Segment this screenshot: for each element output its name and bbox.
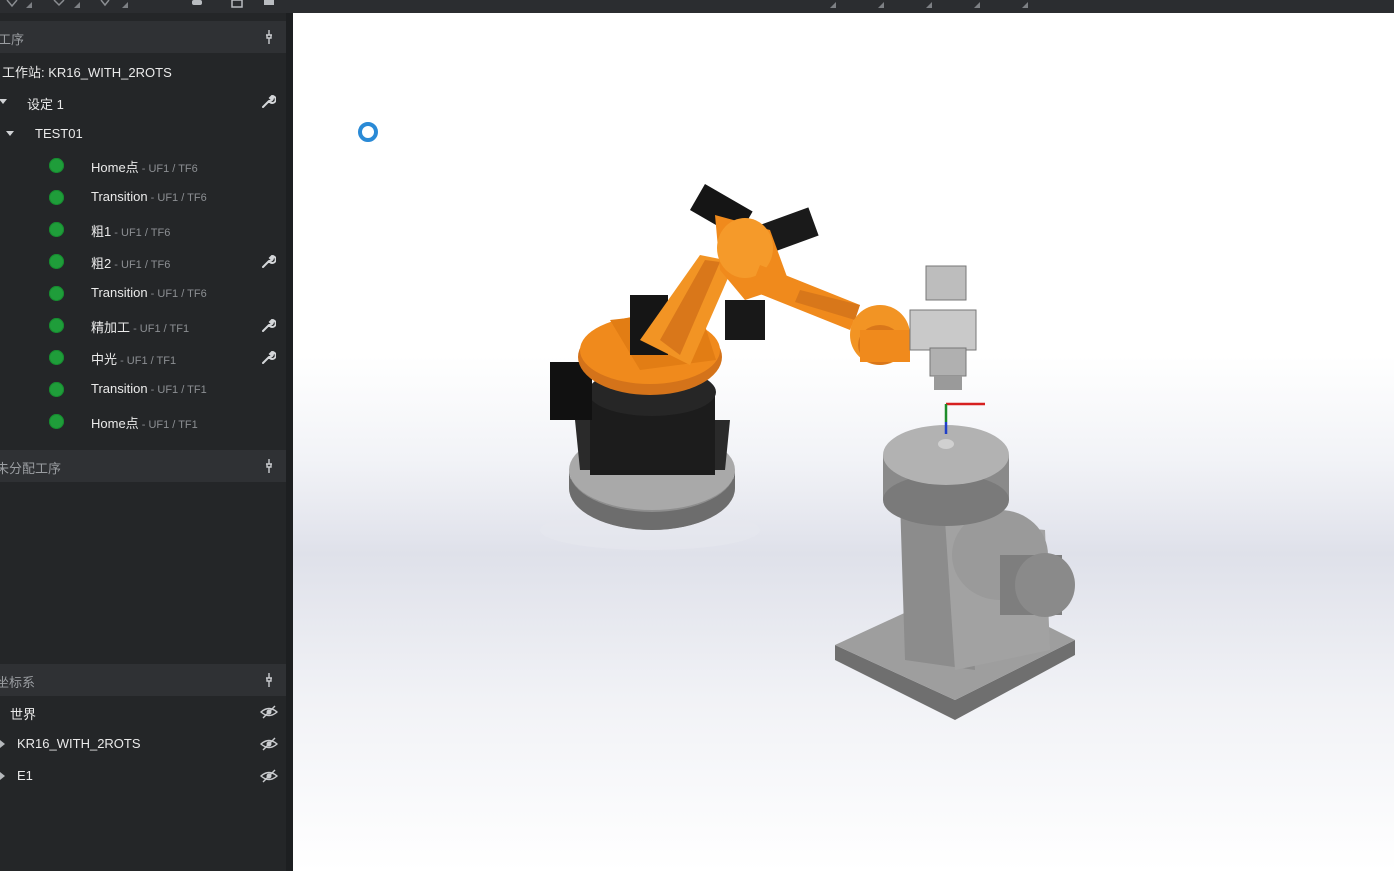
- status-ok-icon: [49, 222, 64, 237]
- operation-row[interactable]: Transition - UF1 / TF6: [0, 181, 286, 213]
- operation-frames: - UF1 / TF1: [130, 323, 190, 335]
- operation-name: 粗1: [91, 224, 112, 239]
- wrench-icon[interactable]: [260, 317, 276, 333]
- pin-icon[interactable]: [264, 672, 274, 688]
- operation-label: 中光 - UF1 / TF1: [91, 349, 176, 368]
- dropdown-arrow-icon[interactable]: [826, 0, 840, 9]
- station-label: 工作站: KR16_WITH_2ROTS: [2, 65, 172, 80]
- operation-row[interactable]: 粗2 - UF1 / TF6: [0, 245, 286, 277]
- light-icon[interactable]: [98, 0, 112, 9]
- export-icon[interactable]: [262, 0, 276, 9]
- operation-name: 精加工: [91, 320, 131, 335]
- view-icon[interactable]: [5, 0, 19, 9]
- frame-label: E1: [17, 768, 33, 783]
- operation-name: Transition: [91, 189, 148, 204]
- settings-icon[interactable]: [190, 0, 204, 9]
- wrench-icon[interactable]: [260, 349, 276, 365]
- operation-name: Home点: [91, 416, 139, 431]
- frame-row[interactable]: 世界: [0, 696, 286, 728]
- operations-panel: 工序 工作站: KR16_WITH_2ROTS 设定 1 TEST01 Home…: [0, 13, 286, 871]
- dropdown-arrow-icon[interactable]: [70, 0, 84, 9]
- status-ok-icon: [49, 286, 64, 301]
- operation-frames: - UF1 / TF6: [147, 288, 207, 300]
- operation-label: 粗1 - UF1 / TF6: [91, 221, 170, 240]
- setup-row[interactable]: 设定 1: [0, 85, 286, 117]
- operation-frames: - UF1 / TF6: [111, 259, 171, 271]
- unassigned-section-title: 未分配工序: [0, 461, 62, 476]
- operation-frames: - UF1 / TF1: [138, 419, 198, 431]
- program-row[interactable]: TEST01: [0, 117, 286, 149]
- operation-name: Home点: [91, 160, 139, 175]
- operation-label: Transition - UF1 / TF1: [91, 381, 207, 396]
- operation-frames: - UF1 / TF1: [117, 355, 177, 367]
- operation-name: 粗2: [91, 256, 112, 271]
- pin-icon[interactable]: [264, 458, 274, 474]
- status-ok-icon: [49, 350, 64, 365]
- status-ok-icon: [49, 158, 64, 173]
- frame-row[interactable]: KR16_WITH_2ROTS: [0, 728, 286, 760]
- status-ok-icon: [49, 190, 64, 205]
- operation-row[interactable]: Transition - UF1 / TF6: [0, 277, 286, 309]
- operations-section-title: 工序: [0, 32, 25, 47]
- top-toolbar: [0, 0, 1394, 13]
- operation-frames: - UF1 / TF1: [147, 384, 207, 396]
- wrench-icon[interactable]: [260, 93, 276, 109]
- status-ok-icon: [49, 318, 64, 333]
- operations-section-header[interactable]: 工序: [0, 21, 286, 53]
- operation-row[interactable]: Home点 - UF1 / TF1: [0, 405, 286, 437]
- frame-label: 世界: [10, 707, 37, 722]
- frame-label: KR16_WITH_2ROTS: [17, 736, 141, 751]
- status-ok-icon: [49, 382, 64, 397]
- operation-row[interactable]: 中光 - UF1 / TF1: [0, 341, 286, 373]
- dropdown-arrow-icon[interactable]: [118, 0, 132, 9]
- operation-name: 中光: [91, 352, 118, 367]
- operation-name: Transition: [91, 381, 148, 396]
- visibility-toggle-icon[interactable]: [260, 769, 278, 783]
- operation-label: 粗2 - UF1 / TF6: [91, 253, 170, 272]
- expand-caret-icon[interactable]: [0, 771, 7, 781]
- operation-frames: - UF1 / TF6: [111, 227, 171, 239]
- pin-icon[interactable]: [264, 29, 274, 45]
- frame-row[interactable]: E1: [0, 760, 286, 792]
- operation-label: Transition - UF1 / TF6: [91, 189, 207, 204]
- setup-label: 设定 1: [27, 97, 64, 112]
- operation-label: Home点 - UF1 / TF1: [91, 413, 198, 432]
- operation-label: Home点 - UF1 / TF6: [91, 157, 198, 176]
- wrench-icon[interactable]: [260, 253, 276, 269]
- panel-splitter[interactable]: [286, 13, 293, 871]
- expand-caret-icon[interactable]: [0, 739, 7, 749]
- operation-label: 精加工 - UF1 / TF1: [91, 317, 189, 336]
- expand-caret-icon[interactable]: [5, 128, 15, 138]
- robot-cell-scene: [540, 184, 1075, 720]
- operation-row[interactable]: Transition - UF1 / TF1: [0, 373, 286, 405]
- cursor-indicator: [358, 122, 378, 142]
- view-icon[interactable]: [52, 0, 66, 9]
- operation-frames: - UF1 / TF6: [147, 192, 207, 204]
- status-ok-icon: [49, 414, 64, 429]
- operation-row[interactable]: 粗1 - UF1 / TF6: [0, 213, 286, 245]
- operation-frames: - UF1 / TF6: [138, 163, 198, 175]
- operation-row[interactable]: Home点 - UF1 / TF6: [0, 149, 286, 181]
- program-label: TEST01: [35, 126, 83, 141]
- unassigned-section-header[interactable]: 未分配工序: [0, 450, 286, 482]
- dropdown-arrow-icon[interactable]: [922, 0, 936, 9]
- status-ok-icon: [49, 254, 64, 269]
- dropdown-arrow-icon[interactable]: [1018, 0, 1032, 9]
- frames-section-header[interactable]: 坐标系: [0, 664, 286, 696]
- dropdown-arrow-icon[interactable]: [22, 0, 36, 9]
- operation-name: Transition: [91, 285, 148, 300]
- frames-section-title: 坐标系: [0, 675, 36, 690]
- station-row[interactable]: 工作站: KR16_WITH_2ROTS: [0, 53, 286, 85]
- visibility-toggle-icon[interactable]: [260, 737, 278, 751]
- operation-label: Transition - UF1 / TF6: [91, 285, 207, 300]
- 3d-viewport[interactable]: [293, 13, 1394, 871]
- dropdown-arrow-icon[interactable]: [874, 0, 888, 9]
- visibility-toggle-icon[interactable]: [260, 705, 278, 719]
- operation-row[interactable]: 精加工 - UF1 / TF1: [0, 309, 286, 341]
- document-icon[interactable]: [230, 0, 244, 9]
- dropdown-arrow-icon[interactable]: [970, 0, 984, 9]
- expand-caret-icon[interactable]: [0, 96, 8, 106]
